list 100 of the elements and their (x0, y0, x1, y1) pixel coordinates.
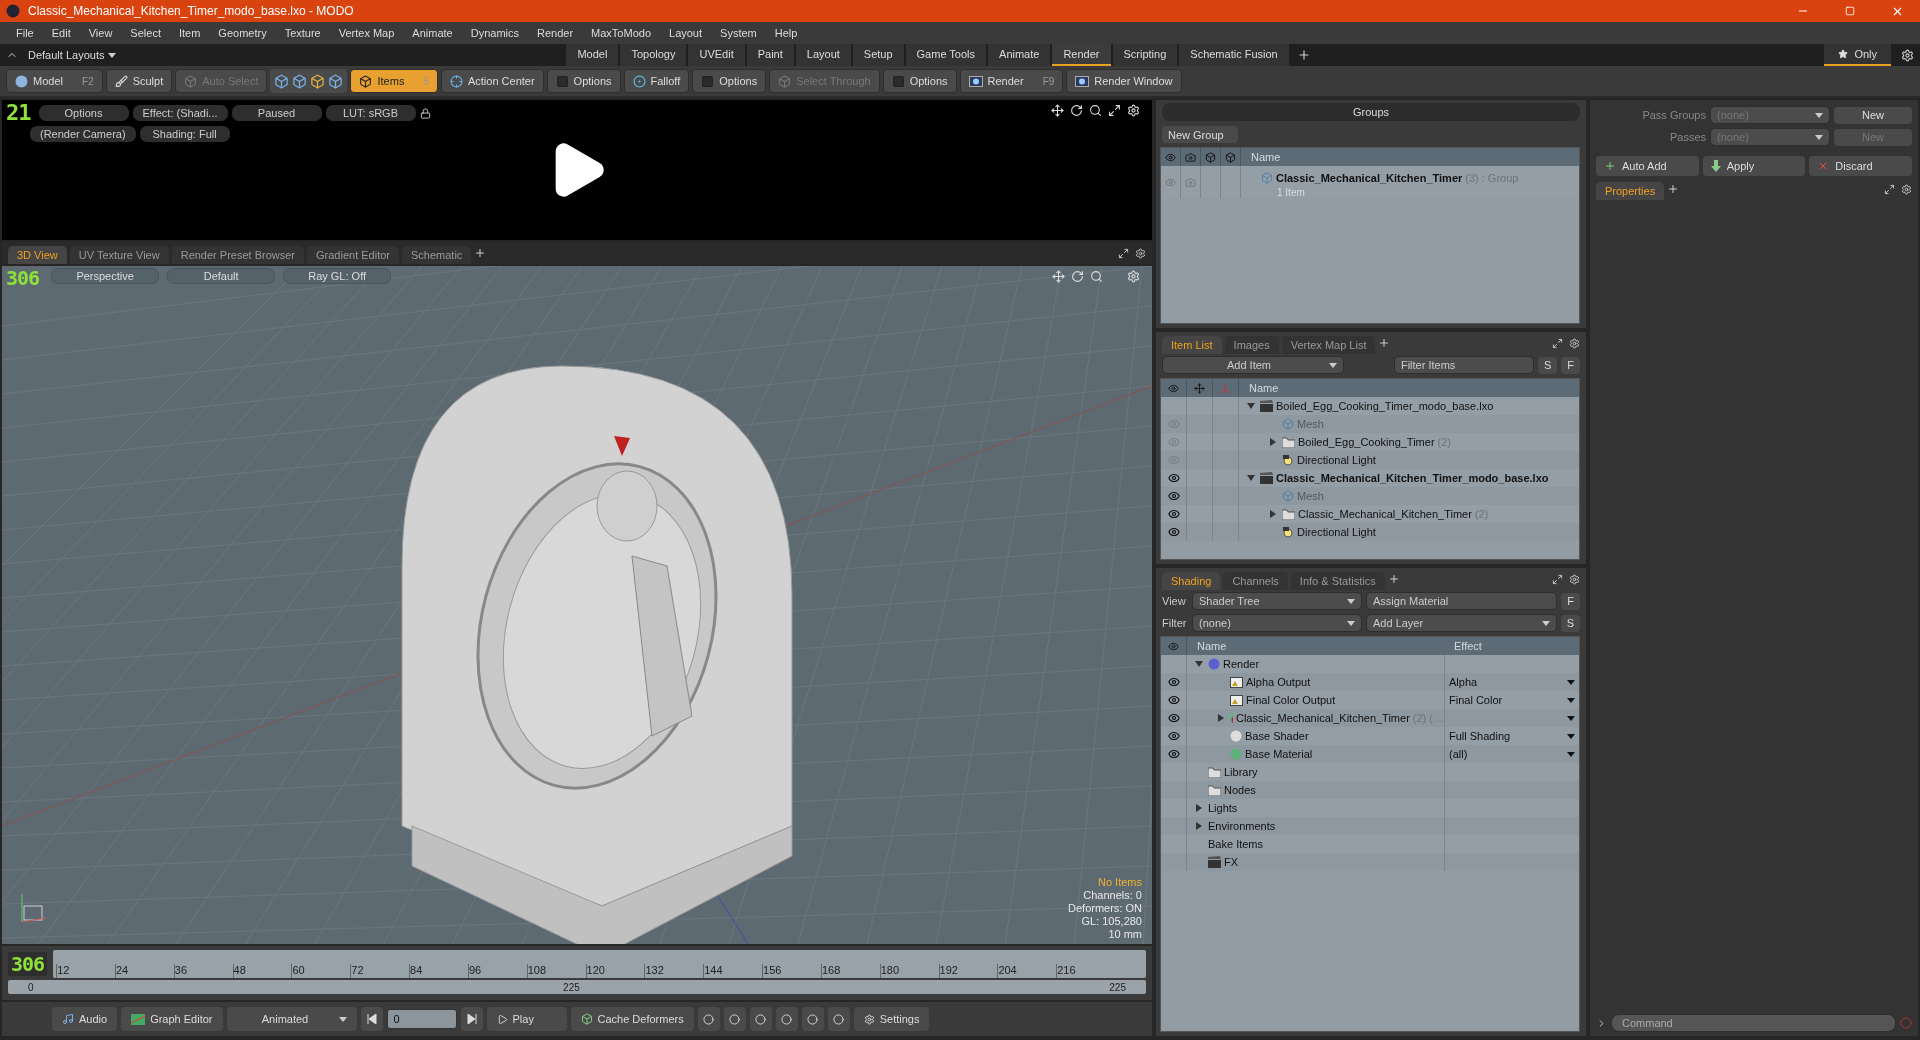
menu-item[interactable]: Item (170, 25, 209, 41)
viewport-button[interactable]: Default (167, 268, 276, 284)
key-tool-button[interactable] (749, 1007, 772, 1031)
discard-button[interactable]: Discard (1809, 156, 1912, 176)
menu-item[interactable]: Vertex Map (330, 25, 403, 41)
layout-tab[interactable]: Setup (852, 44, 904, 66)
s-button[interactable]: S (1560, 614, 1580, 632)
settings-icon[interactable] (1569, 573, 1580, 585)
tree-item[interactable]: Base Shader (1187, 727, 1444, 745)
rotate-icon[interactable] (1070, 104, 1083, 117)
cube-icon[interactable] (328, 73, 344, 89)
layout-tab[interactable]: UVEdit (688, 44, 745, 66)
settings-icon[interactable] (1569, 337, 1580, 349)
preview-button[interactable]: Paused (231, 105, 322, 121)
preview-button[interactable]: LUT: sRGB (325, 105, 416, 121)
audio-button[interactable]: Audio (52, 1007, 118, 1031)
layout-tab[interactable]: Schematic Fusion (1179, 44, 1289, 66)
layout-tab[interactable]: Paint (746, 44, 794, 66)
add-tab-icon[interactable] (1378, 337, 1391, 349)
dropdown-caret-icon[interactable] (1567, 679, 1575, 685)
dropdown-caret-icon[interactable] (1567, 697, 1575, 703)
toolbar-button[interactable]: Render F9 (959, 69, 1064, 93)
preview-button[interactable]: Effect: (Shadi... (132, 105, 228, 121)
eye-icon[interactable] (1167, 712, 1180, 724)
cube-icon[interactable] (292, 73, 308, 89)
tree-item[interactable]: Alpha Output (1187, 673, 1444, 691)
expanded-arrow-icon[interactable] (1195, 660, 1203, 668)
tree-item[interactable]: Bake Items (1187, 835, 1444, 853)
preview-button[interactable]: Options (38, 105, 129, 121)
maximize-icon[interactable] (1884, 183, 1895, 195)
layout-dropdown[interactable]: Default Layouts (18, 44, 127, 66)
viewport-button[interactable]: Perspective (51, 268, 160, 284)
key-tool-button[interactable] (775, 1007, 798, 1031)
settings-icon[interactable] (1135, 247, 1146, 259)
frame-field[interactable]: 0 (386, 1009, 457, 1029)
maximize-icon[interactable] (1552, 337, 1563, 349)
layout-tab[interactable]: Layout (795, 44, 851, 66)
graph-editor-button[interactable]: Graph Editor (121, 1007, 223, 1031)
menu-item[interactable]: Layout (661, 25, 711, 41)
settings-icon[interactable] (1127, 104, 1140, 117)
toolbar-button[interactable]: Options (692, 69, 767, 93)
layout-tab[interactable]: Animate (988, 44, 1051, 66)
key-tool-button[interactable] (801, 1007, 824, 1031)
menu-item[interactable]: File (8, 25, 42, 41)
new-button[interactable]: New (1834, 106, 1912, 124)
only-toggle[interactable]: Only (1824, 44, 1891, 66)
panel-tab[interactable]: Properties (1596, 182, 1665, 200)
tree-item[interactable]: Base Material (1187, 745, 1444, 763)
settings-button[interactable]: Settings (853, 1007, 930, 1031)
panel-tab[interactable]: Shading (1162, 572, 1221, 590)
eye-icon[interactable] (1167, 748, 1180, 760)
tree-item[interactable]: Boiled_Egg_Cooking_Timer_modo_base.lxo (1239, 397, 1579, 415)
settings-icon[interactable] (1901, 183, 1912, 195)
toolbar-button[interactable]: Action Center (440, 69, 544, 93)
panel-tab[interactable]: Item List (1162, 336, 1222, 354)
dropdown-caret-icon[interactable] (1567, 733, 1575, 739)
collapsed-arrow-icon[interactable] (1195, 822, 1203, 830)
collapsed-arrow-icon[interactable] (1269, 438, 1277, 446)
dropdown-caret-icon[interactable] (1567, 751, 1575, 757)
layout-tab[interactable]: Render (1052, 44, 1111, 66)
tree-item[interactable]: Library (1187, 763, 1444, 781)
add-item-dropdown[interactable]: Add Item (1162, 356, 1344, 374)
viewport-button[interactable]: Ray GL: Off (283, 268, 392, 284)
key-tool-button[interactable] (723, 1007, 746, 1031)
play-button[interactable]: Play (486, 1007, 567, 1031)
add-tab-icon[interactable] (1387, 573, 1400, 585)
toolbar-button[interactable]: Sculpt (105, 69, 173, 93)
eye-icon[interactable] (1167, 472, 1180, 484)
menu-item[interactable]: Select (122, 25, 169, 41)
eye-icon[interactable] (1167, 526, 1180, 538)
settings-icon[interactable] (1901, 48, 1914, 62)
f-button[interactable]: F (1561, 356, 1580, 374)
menu-item[interactable]: Texture (276, 25, 329, 41)
auto-add-button[interactable]: Auto Add (1596, 156, 1699, 176)
expanded-arrow-icon[interactable] (1247, 474, 1255, 482)
panel-tab[interactable]: Channels (1223, 572, 1288, 590)
collapsed-arrow-icon[interactable] (1195, 804, 1203, 812)
panel-tab[interactable]: Vertex Map List (1281, 336, 1376, 354)
panel-tab[interactable]: Info & Statistics (1290, 572, 1385, 590)
toolbar-button[interactable]: Model F2 (6, 69, 103, 93)
add-layer-dropdown[interactable]: Add Layer (1366, 614, 1557, 632)
add-tab-icon[interactable] (1296, 48, 1311, 62)
s-button[interactable]: S (1537, 356, 1558, 374)
expanded-arrow-icon[interactable] (1247, 402, 1255, 410)
toolbar-button[interactable]: Options (546, 69, 621, 93)
toolbar-button[interactable]: Falloff (623, 69, 690, 93)
eye-icon[interactable] (1167, 730, 1180, 742)
lock-icon[interactable] (419, 107, 431, 119)
view-dropdown[interactable]: Shader Tree (1192, 592, 1362, 610)
maximize-icon[interactable] (1108, 104, 1121, 117)
layout-tab[interactable]: Game Tools (905, 44, 987, 66)
tree-item[interactable]: Classic_Mechanical_Kitchen_Timer_modo_base.lxo (1239, 469, 1579, 487)
add-tab-icon[interactable] (1667, 183, 1680, 195)
tree-item[interactable]: Lights (1187, 799, 1444, 817)
eye-icon[interactable] (1167, 694, 1180, 706)
menu-item[interactable]: Render (529, 25, 582, 41)
panel-tab[interactable]: Images (1224, 336, 1279, 354)
maximize-icon[interactable] (1118, 247, 1129, 259)
restore-icon[interactable] (1845, 6, 1855, 16)
view-tab[interactable]: Schematic (402, 246, 472, 264)
